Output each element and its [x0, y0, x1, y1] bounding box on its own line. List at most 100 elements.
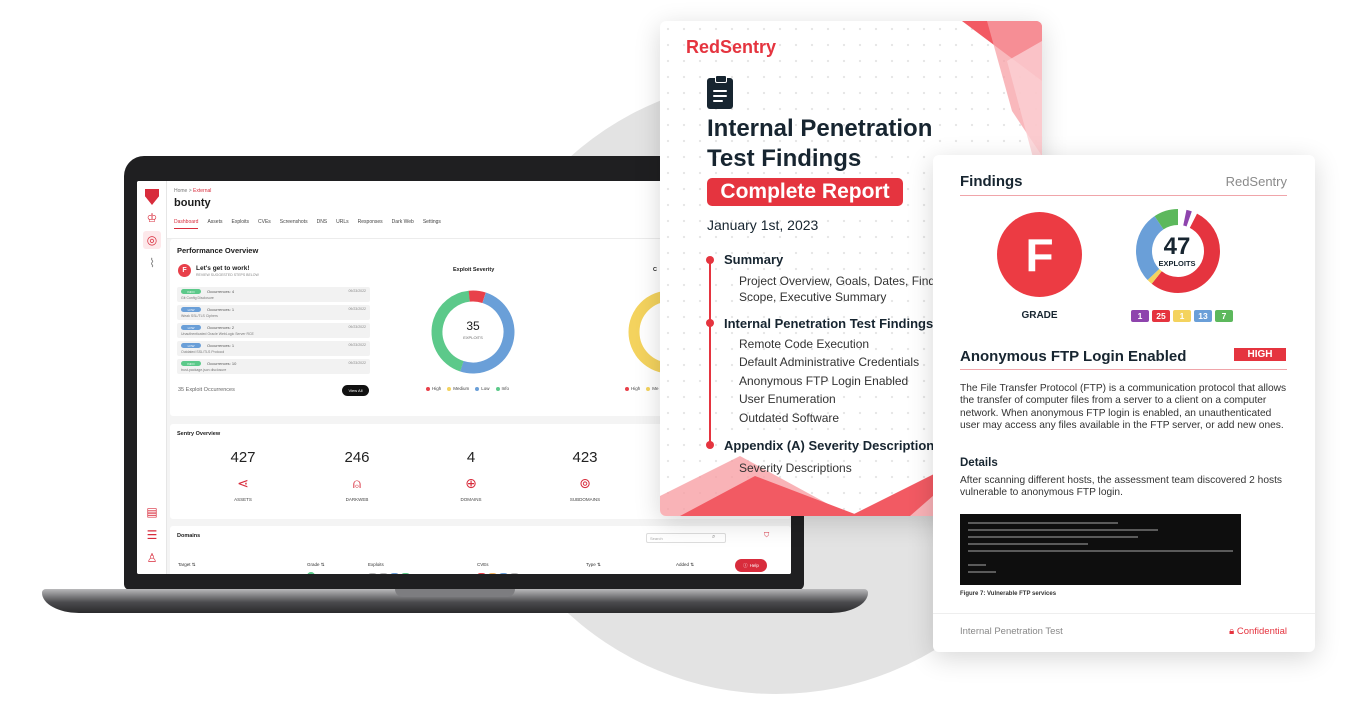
- tab-dark-web[interactable]: Dark Web: [392, 219, 414, 229]
- column-target[interactable]: Target ⇅: [178, 562, 196, 568]
- redsentry-logo-icon[interactable]: [143, 188, 161, 206]
- legend-medium: Medium: [447, 386, 469, 391]
- toc-item: Default Administrative Credentials: [739, 355, 920, 369]
- occurrence-row[interactable]: LOW Occurrences: 1 09/23/2022 Outdated S…: [177, 341, 370, 356]
- findings-logo: RedSentry: [1225, 174, 1287, 189]
- stat-value: 4: [466, 449, 476, 466]
- occurrence-text: Unauthenticated Oracle WebLogic Server R…: [181, 332, 254, 336]
- findings-divider: [960, 195, 1287, 196]
- column-cves: CVEs: [477, 562, 489, 567]
- occurrence-count: Occurrences: 2: [207, 325, 235, 330]
- findings-title: Findings: [960, 173, 1023, 190]
- terminal-screenshot: [960, 514, 1241, 585]
- stat-value: 423: [572, 449, 598, 466]
- count-low: 13: [1194, 310, 1212, 322]
- tab-exploits[interactable]: Exploits: [231, 219, 249, 229]
- user-icon[interactable]: ♙: [143, 549, 161, 567]
- toc-item: Outdated Software: [739, 411, 840, 425]
- second-chart-title: C: [653, 267, 657, 273]
- toc-item: Remote Code Execution: [739, 337, 870, 351]
- tab-screenshots[interactable]: Screenshots: [280, 219, 308, 229]
- severity-pill: LOW: [181, 343, 201, 348]
- globe-icon: ⊕: [465, 475, 477, 491]
- occurrence-row[interactable]: LOW Occurrences: 2 09/23/2022 Unauthenti…: [177, 323, 370, 338]
- toc-section-findings: Internal Penetration Test Findings: [724, 316, 934, 331]
- occurrence-count: Occurrences: 10: [207, 361, 237, 366]
- occurrence-row[interactable]: INFO Occurrences: 10 09/23/2022 trust-pa…: [177, 359, 370, 374]
- details-heading: Details: [960, 457, 998, 469]
- stat-label: SUBDOMAINS: [569, 497, 601, 502]
- app-sidebar: ♔ ◎ ⌇ ▤ ☰ ♙: [137, 181, 167, 574]
- footer-left-text: Internal Penetration Test: [960, 626, 1063, 637]
- stat-label: DOMAINS: [460, 497, 482, 502]
- column-grade[interactable]: Grade ⇅: [307, 562, 325, 568]
- tab-urls[interactable]: URLs: [336, 219, 349, 229]
- confidential-label: Confidential: [1236, 626, 1287, 637]
- count-high: 25: [1152, 310, 1170, 322]
- stat-value: 246: [344, 449, 370, 466]
- column-type[interactable]: Type ⇅: [586, 562, 601, 568]
- occurrence-row[interactable]: LOW Occurrences: 1 09/23/2022 Weak SSL/T…: [177, 305, 370, 320]
- toc-item: User Enumeration: [739, 392, 836, 406]
- footer-confidential: 🔒︎ Confidential: [1229, 626, 1287, 637]
- details-text: After scanning different hosts, the asse…: [960, 475, 1283, 499]
- view-all-button[interactable]: View All: [342, 385, 369, 396]
- tab-dashboard[interactable]: Dashboard: [174, 219, 199, 229]
- stat-label: DARKWEB: [345, 497, 369, 502]
- report-icon[interactable]: ▤: [143, 503, 161, 521]
- breadcrumb-home[interactable]: Home: [174, 188, 187, 194]
- search-icon[interactable]: ⌕: [712, 534, 715, 541]
- tab-cves[interactable]: CVEs: [258, 219, 271, 229]
- trophy-icon[interactable]: ♔: [143, 209, 161, 227]
- toc-item: Scope, Executive Summary: [739, 290, 887, 304]
- column-exploits: Exploits: [368, 562, 384, 567]
- get-to-work-heading: Let's get to work!: [196, 265, 250, 272]
- share-nodes-icon: ⋖: [237, 475, 249, 491]
- occurrence-count: Occurrences: 4: [207, 289, 235, 294]
- lock-icon: 🔒︎: [1229, 626, 1235, 637]
- chart-icon[interactable]: ⌇: [143, 254, 161, 272]
- breadcrumb-separator: >: [188, 188, 192, 194]
- column-added[interactable]: Added ⇅: [676, 562, 694, 568]
- occurrence-text: Outdated SSL/TLS Protocol: [181, 350, 225, 354]
- tab-bar: Dashboard Assets Exploits CVEs Screensho…: [174, 219, 441, 229]
- tab-dns[interactable]: DNS: [317, 219, 328, 229]
- breadcrumb-current[interactable]: External: [193, 188, 211, 194]
- stat-subdomains[interactable]: 423 ⊚ SUBDOMAINS: [540, 449, 630, 502]
- tab-settings[interactable]: Settings: [423, 219, 441, 229]
- network-icon: ⊚: [579, 475, 591, 491]
- clipboard-icon: [707, 75, 733, 109]
- occurrence-text: trust-package.json disclosure: [181, 368, 227, 372]
- toc-item: Project Overview, Goals, Dates, Findings…: [739, 274, 961, 288]
- occurrence-date: 09/23/2022: [348, 289, 366, 293]
- cover-logo: RedSentry: [686, 37, 777, 57]
- help-button[interactable]: ⓘ Help: [735, 559, 767, 572]
- exploits-label: EXPLOITS: [1158, 259, 1196, 268]
- severity-pill: LOW: [181, 307, 201, 312]
- severity-counts: 1 25 1 13 7: [1131, 310, 1233, 322]
- help-label: Help: [749, 563, 759, 568]
- exploit-severity-title: Exploit Severity: [453, 267, 495, 273]
- stat-darkweb[interactable]: 246 ⍝ DARKWEB: [312, 449, 402, 502]
- severity-pill: INFO: [181, 289, 201, 294]
- occurrence-count: Occurrences: 1: [207, 343, 235, 348]
- toc-timeline: [709, 259, 711, 445]
- complete-report-badge: Complete Report: [707, 178, 903, 206]
- severity-legend: High Medium Low Info: [426, 386, 509, 391]
- filter-icon[interactable]: ⛉: [764, 532, 769, 540]
- tab-assets[interactable]: Assets: [207, 219, 222, 229]
- occurrence-date: 09/23/2022: [348, 343, 366, 347]
- occurrence-row[interactable]: INFO Occurrences: 4 09/23/2022 Git Confi…: [177, 287, 370, 302]
- settings-sliders-icon[interactable]: ☰: [143, 526, 161, 544]
- target-icon[interactable]: ◎: [143, 231, 161, 249]
- stat-assets[interactable]: 427 ⋖ ASSETS: [198, 449, 288, 502]
- finding-description: The File Transfer Protocol (FTP) is a co…: [960, 383, 1287, 432]
- tab-responses[interactable]: Responses: [358, 219, 383, 229]
- help-icon: ⓘ: [743, 562, 748, 568]
- occurrence-text: Weak SSL/TLS Ciphers: [181, 314, 218, 318]
- breadcrumb: Home > External: [174, 188, 211, 194]
- stat-domains[interactable]: 4 ⊕ DOMAINS: [426, 449, 516, 502]
- toc-section-appendix: Appendix (A) Severity Description: [724, 438, 935, 453]
- finding-title: Anonymous FTP Login Enabled: [960, 348, 1187, 365]
- exploit-occurrences-count: 35 Exploit Occurrences: [178, 387, 235, 393]
